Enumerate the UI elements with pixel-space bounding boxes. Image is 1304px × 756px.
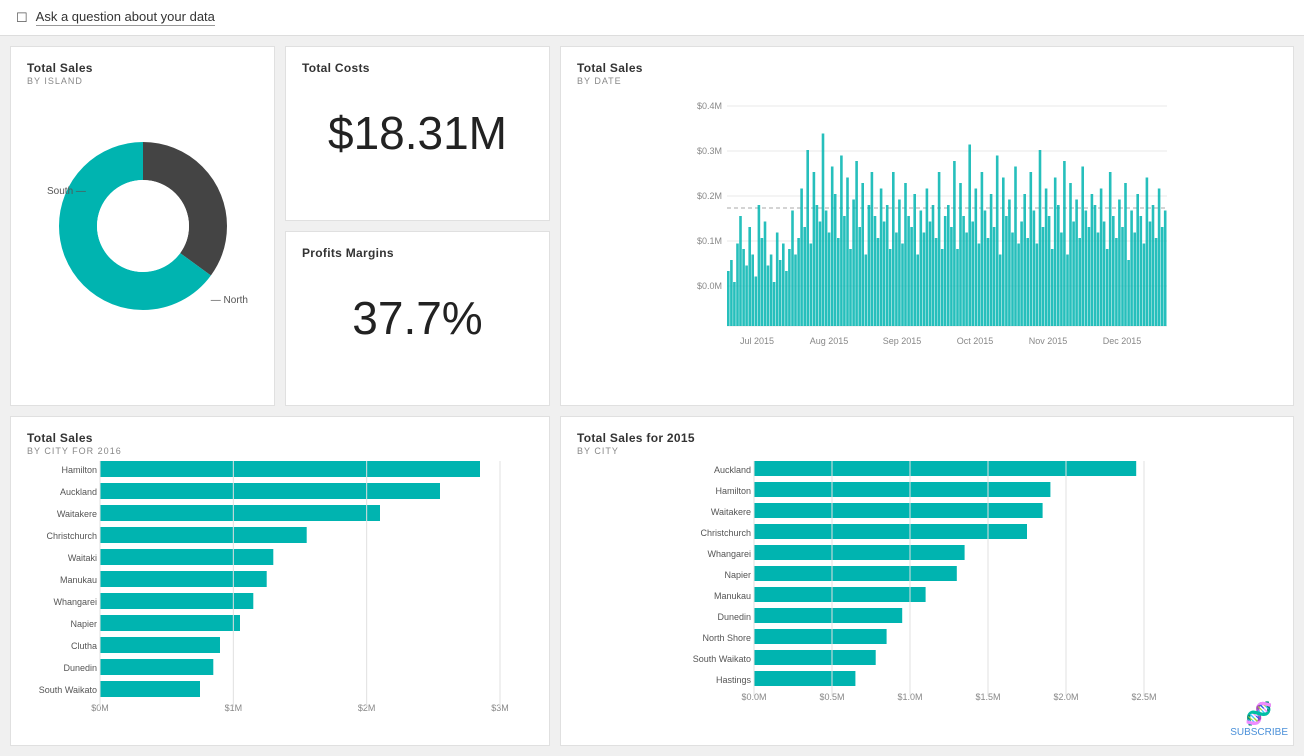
donut-label-north: — North <box>211 295 248 306</box>
card-subtitle-city-2016: BY CITY FOR 2016 <box>27 446 533 456</box>
svg-text:Hamilton: Hamilton <box>61 465 97 475</box>
card-subtitle-city-2015: BY CITY <box>577 446 1277 456</box>
card-title-profits: Profits Margins <box>302 246 533 260</box>
svg-text:Napier: Napier <box>724 570 751 580</box>
subscribe-icon: 🧬 <box>1245 701 1272 727</box>
sales-date-chart: $0.4M $0.3M $0.2M $0.1M $0.0M Jul 2015 A… <box>577 86 1277 386</box>
subscribe-watermark: 🧬 SUBSCRIBE <box>1230 701 1288 738</box>
card-title-sales-island: Total Sales <box>27 61 258 75</box>
svg-text:Dunedin: Dunedin <box>717 612 751 622</box>
svg-text:$0.0M: $0.0M <box>697 281 722 291</box>
subscribe-text: SUBSCRIBE <box>1230 727 1288 738</box>
card-title-city-2015: Total Sales for 2015 <box>577 431 1277 445</box>
svg-text:$0.3M: $0.3M <box>697 146 722 156</box>
card-title-sales-date: Total Sales <box>577 61 1277 75</box>
profits-value: 37.7% <box>352 291 482 345</box>
svg-text:Sep 2015: Sep 2015 <box>883 336 922 346</box>
card-total-sales-city-2016: Total Sales BY CITY FOR 2016 Hamilton Auc… <box>10 416 550 746</box>
donut-chart <box>53 136 233 316</box>
card-total-sales-city-2015: Total Sales for 2015 BY CITY Auckland Ham… <box>560 416 1294 746</box>
right-top-stack: Total Costs $18.31M Profits Margins 37.7… <box>285 46 550 406</box>
svg-text:Hamilton: Hamilton <box>715 486 751 496</box>
svg-text:Auckland: Auckland <box>714 465 751 475</box>
svg-text:Manukau: Manukau <box>714 591 751 601</box>
donut-label-south: South — <box>47 186 86 197</box>
ask-question-text[interactable]: Ask a question about your data <box>36 9 215 26</box>
svg-text:$0.2M: $0.2M <box>697 191 722 201</box>
svg-text:$0.4M: $0.4M <box>697 101 722 111</box>
svg-text:Jul 2015: Jul 2015 <box>740 336 774 346</box>
svg-text:$0.1M: $0.1M <box>697 236 722 246</box>
svg-text:North Shore: North Shore <box>702 633 751 643</box>
card-profits-margins: Profits Margins 37.7% <box>285 231 550 406</box>
card-subtitle-sales-island: BY ISLAND <box>27 76 258 86</box>
svg-text:Dec 2015: Dec 2015 <box>1103 336 1142 346</box>
card-title-city-2016: Total Sales <box>27 431 533 445</box>
city-2016-chart: Hamilton Auckland Waitakere Christchurch Wai… <box>27 456 533 726</box>
svg-text:Auckland: Auckland <box>60 487 97 497</box>
svg-text:Waitakere: Waitakere <box>57 509 97 519</box>
svg-text:Waitaki: Waitaki <box>68 553 97 563</box>
svg-text:South Waikato: South Waikato <box>39 685 97 695</box>
svg-text:Whangarei: Whangarei <box>707 549 751 559</box>
card-total-sales-date: Total Sales BY DATE $0.4M $0.3M $0.2M $0… <box>560 46 1294 406</box>
question-icon: ☐ <box>16 10 28 26</box>
card-title-costs: Total Costs <box>302 61 533 75</box>
donut-chart-container: South — — North <box>27 86 258 366</box>
city-2015-chart: Auckland Hamilton Waitakere Christchurch Wha… <box>577 456 1277 726</box>
svg-text:Nov 2015: Nov 2015 <box>1029 336 1068 346</box>
card-total-sales-island: Total Sales BY ISLAND South — — North <box>10 46 275 406</box>
svg-text:Manukau: Manukau <box>60 575 97 585</box>
svg-text:Hastings: Hastings <box>716 675 752 685</box>
card-total-costs: Total Costs $18.31M <box>285 46 550 221</box>
svg-text:Oct 2015: Oct 2015 <box>957 336 994 346</box>
svg-text:Whangarei: Whangarei <box>53 597 97 607</box>
svg-text:Clutha: Clutha <box>71 641 97 651</box>
svg-text:Christchurch: Christchurch <box>700 528 751 538</box>
svg-text:Napier: Napier <box>70 619 97 629</box>
svg-text:Waitakere: Waitakere <box>711 507 751 517</box>
top-bar: ☐ Ask a question about your data <box>0 0 1304 36</box>
card-subtitle-sales-date: BY DATE <box>577 76 1277 86</box>
costs-value: $18.31M <box>328 106 507 160</box>
svg-text:Dunedin: Dunedin <box>63 663 97 673</box>
dashboard: Total Sales BY ISLAND South — — North To… <box>0 36 1304 756</box>
svg-text:Aug 2015: Aug 2015 <box>810 336 849 346</box>
svg-text:Christchurch: Christchurch <box>46 531 97 541</box>
svg-text:South Waikato: South Waikato <box>693 654 751 664</box>
